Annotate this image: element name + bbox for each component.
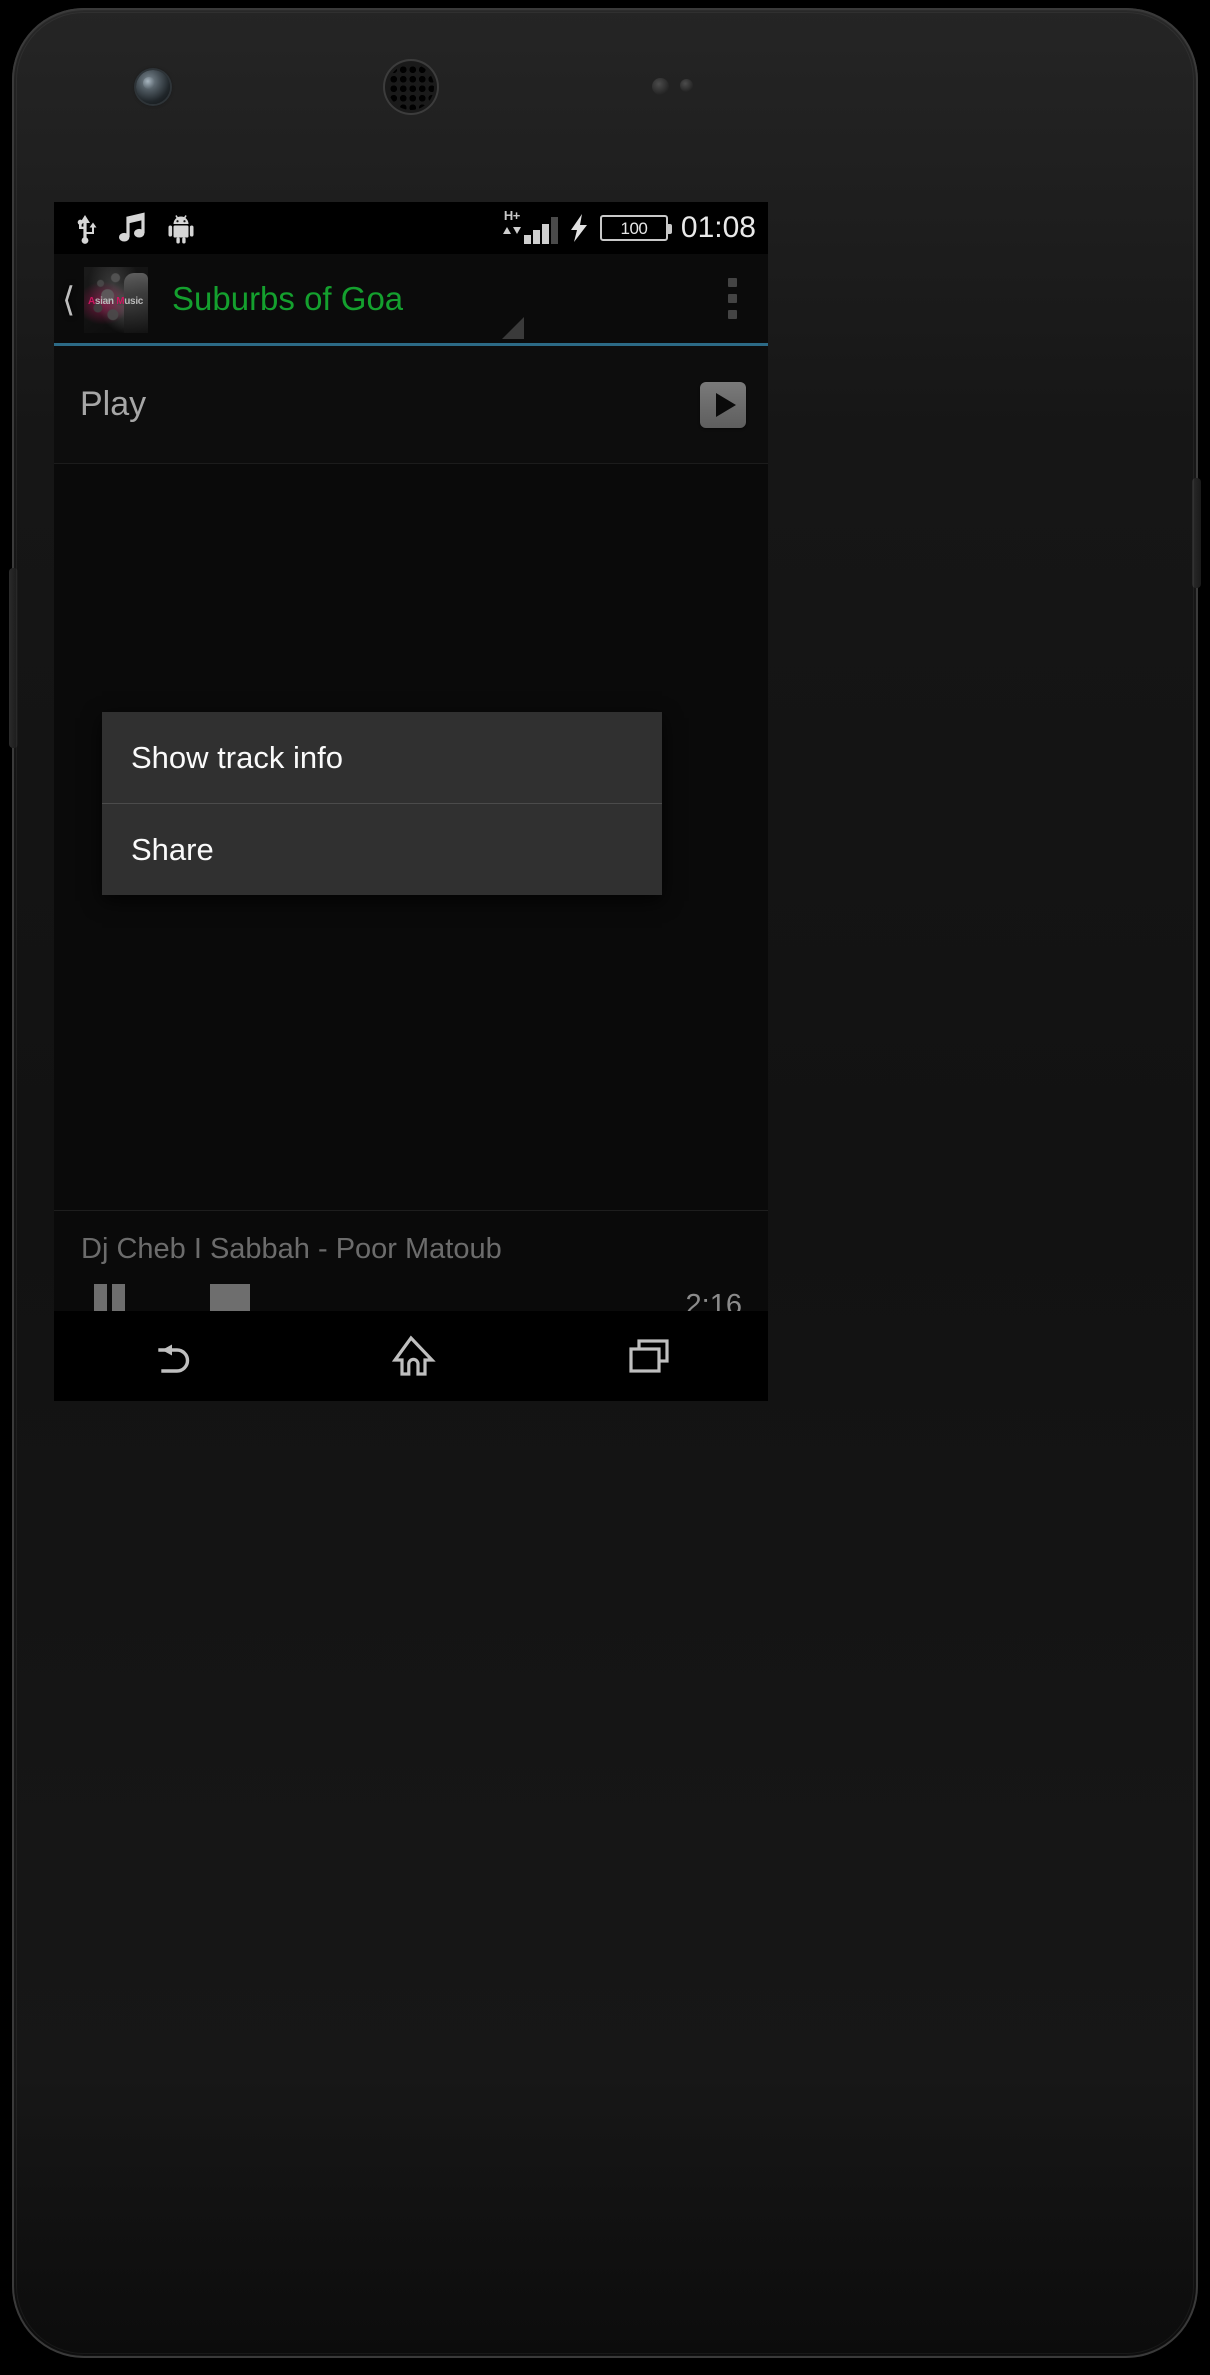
context-menu-popup: Show track info Share <box>102 712 662 895</box>
play-row-label: Play <box>80 385 147 423</box>
phone-screen: H+ 100 01:08 Asian Music ⟨ Suburbs of Go… <box>54 202 768 1401</box>
album-art-thumbnail: Asian Music <box>84 266 148 333</box>
status-notification-icons <box>72 212 196 244</box>
lightning-bolt-icon <box>570 214 587 242</box>
overflow-menu-icon[interactable] <box>696 253 768 345</box>
music-note-icon <box>119 212 145 242</box>
android-robot-icon <box>168 215 194 244</box>
back-arrow-icon <box>158 1344 190 1373</box>
play-triangle-icon <box>715 392 736 417</box>
home-icon <box>391 1335 436 1376</box>
album-art-text-usic: usic <box>124 295 144 307</box>
recent-apps-icon <box>629 1339 669 1373</box>
battery-icon: 100 <box>599 215 672 241</box>
power-button[interactable] <box>1192 478 1201 588</box>
proximity-sensor-icon <box>652 78 669 95</box>
nav-recents-button[interactable] <box>589 1311 709 1401</box>
data-transfer-arrows-icon <box>502 227 521 234</box>
content-area: Show track info Share <box>54 464 768 1211</box>
album-art-text-sian: sian <box>94 295 117 307</box>
status-system-icons: H+ 100 01:08 <box>502 208 756 245</box>
app-bar: Asian Music ⟨ Suburbs of Goa <box>54 254 768 346</box>
phone-device: H+ 100 01:08 Asian Music ⟨ Suburbs of Go… <box>9 8 1201 2358</box>
signal-bars <box>523 217 558 244</box>
nav-home-button[interactable] <box>351 1311 471 1401</box>
signal-strength-icon: H+ <box>502 208 558 244</box>
album-art-label: Asian Music <box>88 295 144 307</box>
menu-item-label: Share <box>131 831 214 867</box>
track-title: Dj Cheb I Sabbah - Poor Matoub <box>81 1233 502 1265</box>
earpiece-speaker-icon <box>383 59 439 115</box>
menu-item-show-track-info[interactable]: Show track info <box>102 712 662 803</box>
light-sensor-icon <box>680 79 693 92</box>
system-navigation-bar <box>54 1311 768 1401</box>
status-bar: H+ 100 01:08 <box>54 202 768 254</box>
up-navigation-button[interactable]: Asian Music ⟨ <box>54 253 150 345</box>
menu-item-label: Show track info <box>131 739 343 775</box>
album-art-text-a: A <box>88 295 95 307</box>
battery-level-label: 100 <box>620 218 648 238</box>
camera-lens-icon <box>143 77 155 89</box>
usb-icon <box>77 215 97 244</box>
resize-handle-icon[interactable] <box>502 317 524 339</box>
play-row[interactable]: Play <box>54 346 768 464</box>
volume-button[interactable] <box>9 568 18 748</box>
back-chevron-icon: ⟨ <box>62 280 76 319</box>
play-button[interactable] <box>700 381 746 428</box>
speaker-mesh <box>388 64 434 110</box>
network-type-label: H+ <box>503 208 520 223</box>
status-clock: 01:08 <box>680 211 756 244</box>
menu-item-share[interactable]: Share <box>102 804 662 895</box>
nav-back-button[interactable] <box>113 1311 233 1401</box>
app-bar-title: Suburbs of Goa <box>172 279 404 317</box>
